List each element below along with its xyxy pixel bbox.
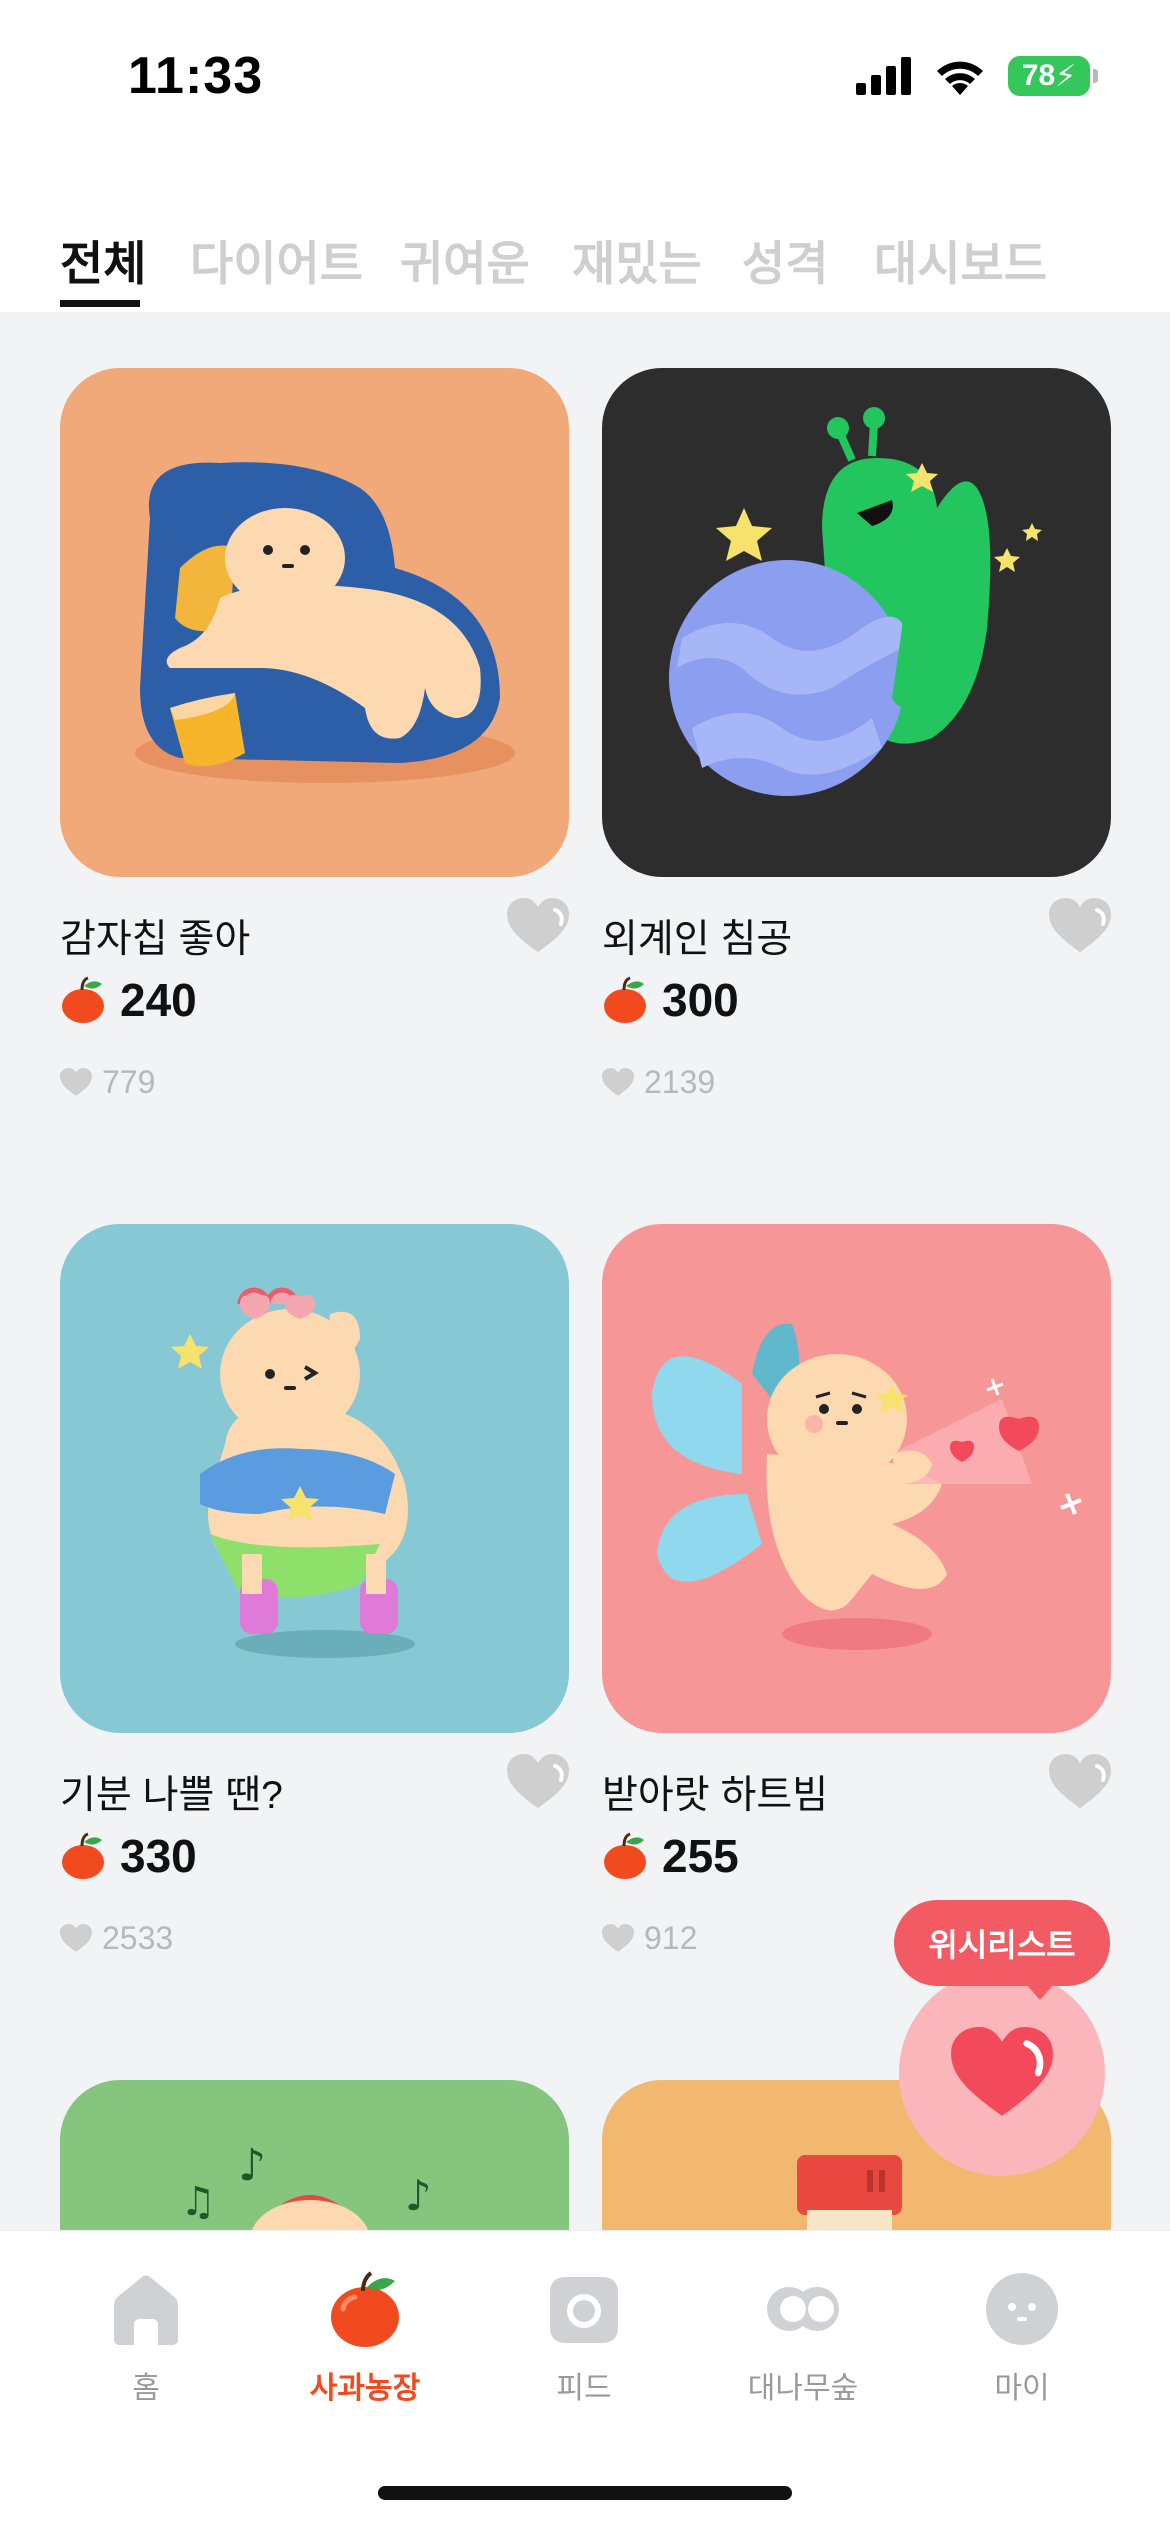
apple-icon <box>62 1832 104 1879</box>
sticker-title: 받아랏 하트빔 <box>602 1774 829 1817</box>
status-icons: 78 ⚡ <box>856 56 1098 96</box>
tab-all[interactable]: 전체 <box>60 225 146 294</box>
apple-icon <box>331 2271 399 2347</box>
nav-label: 대나무숲 <box>747 2372 859 2405</box>
heart-icon[interactable] <box>507 898 569 954</box>
category-tabs: 전체 다이어트 귀여운 재밌는 성격 대시보드 <box>0 150 1170 312</box>
wifi-icon <box>937 61 983 95</box>
nav-home[interactable]: 홈 <box>46 2269 246 2407</box>
price-value: 240 <box>120 974 197 1026</box>
apple-icon <box>604 1832 646 1879</box>
home-indicator <box>378 2486 792 2500</box>
wishlist-button[interactable] <box>899 1970 1105 2176</box>
heart-icon[interactable] <box>1049 1754 1111 1810</box>
sticker-card[interactable]: 외계인 침공 300 2139 <box>602 368 1111 1100</box>
battery-indicator: 78 ⚡ <box>1008 56 1098 96</box>
heart-icon <box>602 1068 634 1096</box>
sticker-price: 255 <box>602 1829 739 1883</box>
tab-personality[interactable]: 성격 <box>742 225 828 294</box>
heart-icon <box>60 1068 92 1096</box>
sticker-card[interactable]: 감자칩 좋아 240 779 <box>60 368 569 1100</box>
sticker-image[interactable] <box>602 368 1111 877</box>
like-count-value: 779 <box>102 1064 156 1100</box>
sticker-title: 기분 나쁠 땐? <box>60 1774 283 1817</box>
sticker-price: 330 <box>60 1829 197 1883</box>
svg-text:♫: ♫ <box>180 2179 216 2225</box>
active-tab-indicator <box>60 300 140 307</box>
status-bar: 11:33 78 ⚡ <box>0 0 1170 150</box>
wishlist-badge[interactable]: 위시리스트 <box>894 1900 1110 2000</box>
nav-label: 피드 <box>556 2372 612 2405</box>
tab-diet[interactable]: 다이어트 <box>190 225 363 294</box>
nav-apple-farm[interactable]: 사과농장 <box>265 2269 465 2407</box>
sticker-image[interactable] <box>60 368 569 877</box>
price-value: 300 <box>662 974 739 1026</box>
nav-label: 마이 <box>994 2372 1050 2405</box>
heart-icon <box>60 1924 92 1952</box>
like-count-value: 2139 <box>644 1064 716 1100</box>
heart-icon <box>602 1924 634 1952</box>
sticker-card[interactable]: 받아랏 하트빔 255 912 <box>602 1224 1111 1956</box>
sticker-card[interactable]: 기분 나쁠 땐? 330 2533 <box>60 1224 569 1956</box>
heart-icon[interactable] <box>507 1754 569 1810</box>
like-count: 912 <box>602 1920 697 1957</box>
sticker-price: 300 <box>602 973 739 1027</box>
like-count: 2139 <box>602 1064 715 1101</box>
sticker-price: 240 <box>60 973 197 1027</box>
sticker-image[interactable] <box>602 1224 1111 1733</box>
camera-icon <box>550 2277 618 2343</box>
status-time: 11:33 <box>128 47 264 105</box>
nav-feed[interactable]: 피드 <box>484 2269 684 2407</box>
heart-icon <box>951 2027 1053 2116</box>
heart-icon[interactable] <box>1049 898 1111 954</box>
sticker-title: 감자칩 좋아 <box>60 918 251 961</box>
price-value: 330 <box>120 1830 197 1882</box>
nav-label: 사과농장 <box>309 2372 421 2405</box>
svg-text:♪: ♪ <box>405 2171 432 2220</box>
nav-bamboo-forest[interactable]: 대나무숲 <box>703 2269 903 2407</box>
profile-face-icon <box>986 2273 1058 2345</box>
tab-cute[interactable]: 귀여운 <box>400 225 530 294</box>
sticker-image[interactable]: ♫ ♪ ♪ <box>60 2080 569 2230</box>
home-icon <box>114 2275 178 2345</box>
sticker-card[interactable]: ♫ ♪ ♪ <box>60 2080 569 2230</box>
like-count-value: 2533 <box>102 1920 174 1956</box>
svg-text:♪: ♪ <box>238 2140 266 2191</box>
apple-icon <box>604 976 646 1023</box>
like-count: 779 <box>60 1064 155 1101</box>
sticker-title: 외계인 침공 <box>602 918 793 961</box>
like-count: 2533 <box>60 1920 173 1957</box>
eyes-icon <box>767 2287 839 2331</box>
like-count-value: 912 <box>644 1920 698 1956</box>
battery-level: 78 <box>1021 59 1056 92</box>
price-value: 255 <box>662 1830 739 1882</box>
nav-my[interactable]: 마이 <box>922 2269 1122 2407</box>
sticker-image[interactable] <box>60 1224 569 1733</box>
nav-label: 홈 <box>132 2372 160 2405</box>
charging-icon: ⚡ <box>1055 59 1077 93</box>
apple-icon <box>62 976 104 1023</box>
signal-icon <box>856 57 911 95</box>
tab-dashboard[interactable]: 대시보드 <box>874 225 1047 294</box>
tab-funny[interactable]: 재밌는 <box>572 225 702 294</box>
